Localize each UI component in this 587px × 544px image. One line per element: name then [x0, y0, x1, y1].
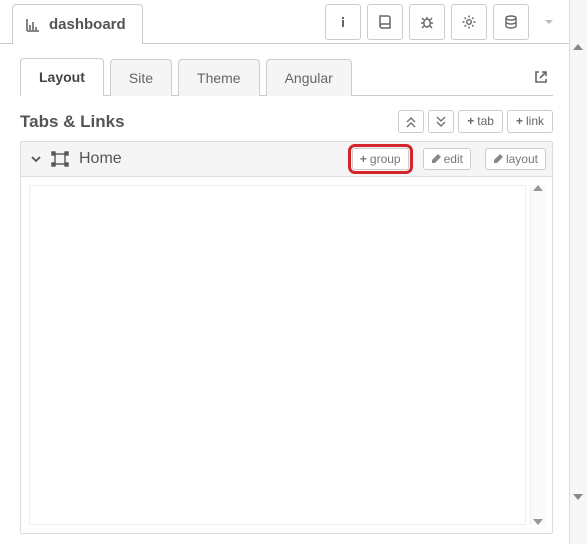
book-icon — [377, 14, 393, 30]
tab-label: Layout — [39, 69, 85, 85]
chevrons-down-icon — [436, 116, 446, 128]
caret-down-icon — [543, 16, 555, 28]
add-tab-button[interactable]: + tab — [458, 110, 503, 133]
database-icon — [503, 14, 519, 30]
home-panel: Home + group edit layout — [20, 141, 553, 534]
pencil-icon — [493, 154, 503, 164]
info-button[interactable] — [325, 4, 361, 40]
group-frame-icon — [51, 151, 69, 167]
home-canvas[interactable] — [29, 185, 526, 525]
edit-label: edit — [444, 152, 463, 166]
layout-button[interactable]: layout — [485, 148, 546, 170]
add-group-label: group — [370, 152, 401, 166]
add-group-button[interactable]: + group — [352, 148, 409, 170]
plus-icon: + — [360, 152, 367, 166]
home-header: Home + group edit layout — [21, 142, 552, 177]
edit-button[interactable]: edit — [423, 148, 471, 170]
debug-button[interactable] — [409, 4, 445, 40]
info-icon — [335, 14, 351, 30]
add-link-label: link — [526, 114, 544, 129]
plus-icon: + — [467, 114, 474, 129]
tab-label: Site — [129, 70, 153, 86]
bar-chart-icon — [25, 17, 41, 33]
window-scrollbar[interactable] — [569, 0, 587, 544]
cog-icon — [461, 14, 477, 30]
bug-icon — [419, 14, 435, 30]
settings-button[interactable] — [451, 4, 487, 40]
section-title: Tabs & Links — [20, 112, 398, 132]
layout-label: layout — [506, 152, 538, 166]
add-tab-label: tab — [477, 114, 494, 129]
pencil-icon — [431, 154, 441, 164]
external-link-icon — [533, 69, 549, 85]
tab-angular[interactable]: Angular — [266, 59, 352, 96]
home-name: Home — [79, 150, 122, 168]
chevron-down-icon — [31, 154, 41, 164]
tab-layout[interactable]: Layout — [20, 58, 104, 96]
open-external-button[interactable] — [529, 59, 553, 95]
expand-all-button[interactable] — [428, 110, 454, 133]
data-button[interactable] — [493, 4, 529, 40]
tab-theme[interactable]: Theme — [178, 59, 260, 96]
plus-icon: + — [516, 114, 523, 129]
collapse-home-button[interactable] — [31, 154, 41, 164]
tab-site[interactable]: Site — [110, 59, 172, 96]
page-title: dashboard — [49, 16, 126, 33]
collapse-all-button[interactable] — [398, 110, 424, 133]
more-dropdown[interactable] — [535, 4, 563, 40]
top-toolbar — [325, 0, 569, 43]
docs-button[interactable] — [367, 4, 403, 40]
section-header: Tabs & Links + tab + link — [20, 110, 553, 133]
chevrons-up-icon — [406, 116, 416, 128]
tab-label: Angular — [285, 70, 333, 86]
tab-label: Theme — [197, 70, 241, 86]
top-bar: dashboard — [0, 0, 569, 44]
panel-scrollbar[interactable] — [530, 185, 546, 525]
tabs-row: Layout Site Theme Angular — [20, 58, 553, 96]
add-link-button[interactable]: + link — [507, 110, 553, 133]
title-pill: dashboard — [12, 4, 143, 44]
